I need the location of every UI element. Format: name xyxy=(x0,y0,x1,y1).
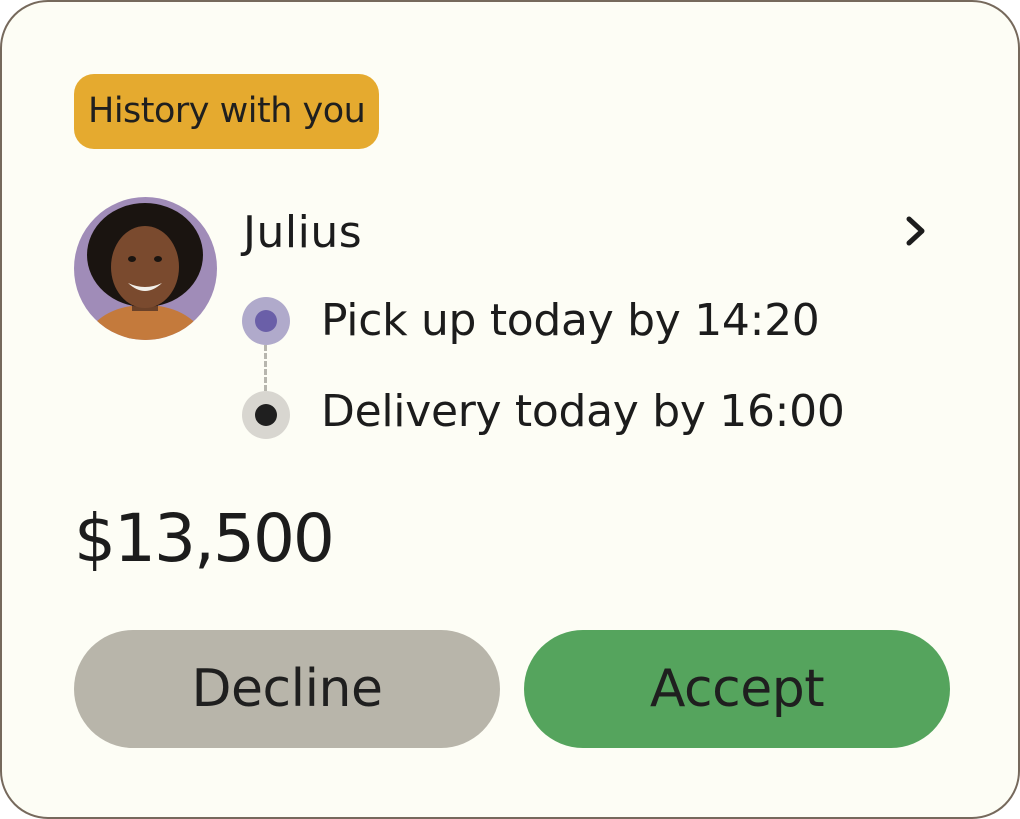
chevron-right-icon[interactable] xyxy=(890,206,940,256)
delivery-time: Delivery today by 16:00 xyxy=(321,386,845,437)
avatar[interactable] xyxy=(74,197,217,340)
price: $13,500 xyxy=(74,500,335,577)
avatar-image xyxy=(74,197,217,340)
decline-button[interactable]: Decline xyxy=(74,630,500,748)
courier-name: Julius xyxy=(243,207,363,258)
delivery-dot-icon xyxy=(242,391,290,439)
route-connector xyxy=(264,345,267,391)
order-card: History with you Julius Pick up today by… xyxy=(0,0,1020,819)
pickup-dot-icon xyxy=(242,297,290,345)
history-badge: History with you xyxy=(74,74,380,149)
pickup-time: Pick up today by 14:20 xyxy=(321,295,820,346)
accept-button[interactable]: Accept xyxy=(524,630,950,748)
